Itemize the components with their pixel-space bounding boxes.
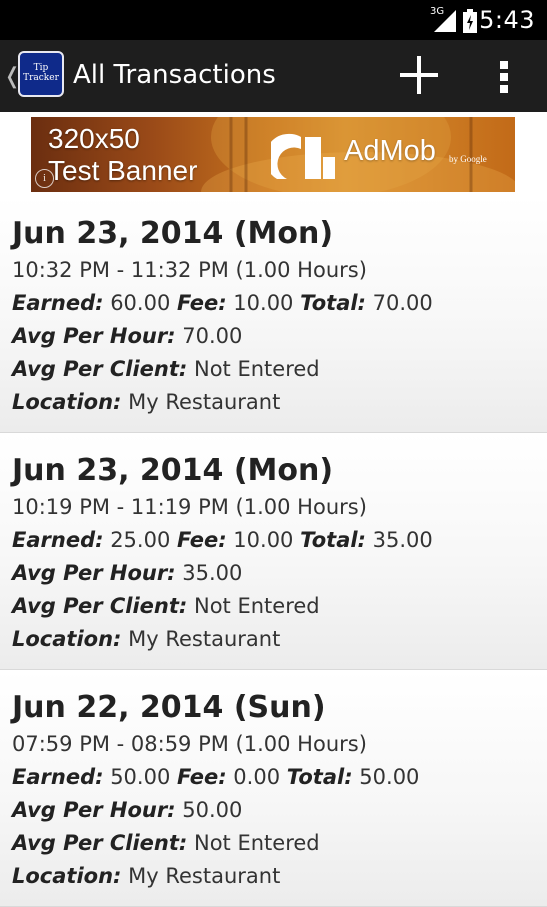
overflow-menu-icon [500, 61, 508, 93]
action-bar: ❬ Tip Tracker All Transactions [0, 40, 547, 112]
earned-label: Earned: [12, 528, 104, 552]
avg-per-client-label: Avg Per Client: [12, 357, 188, 381]
location-value: My Restaurant [128, 627, 281, 651]
status-bar: 3G 5:43 [0, 0, 547, 40]
fee-label: Fee: [177, 291, 227, 315]
avg-per-hour-label: Avg Per Hour: [12, 324, 176, 348]
plus-icon [400, 56, 438, 94]
location-label: Location: [12, 864, 122, 888]
fee-value: 0.00 [233, 765, 281, 789]
location-label: Location: [12, 390, 122, 414]
ad-text-line1: 320x50 [48, 123, 140, 154]
total-value: 70.00 [372, 291, 433, 315]
location-value: My Restaurant [128, 390, 281, 414]
transaction-date: Jun 23, 2014 (Mon) [12, 453, 334, 488]
app-icon[interactable]: Tip Tracker [18, 51, 64, 97]
total-label: Total: [300, 291, 366, 315]
avg-per-client-value: Not Entered [194, 831, 320, 855]
location-row: Location: My Restaurant [12, 860, 547, 893]
avg-per-client-value: Not Entered [194, 357, 320, 381]
avg-per-client-row: Avg Per Client: Not Entered [12, 827, 547, 860]
status-time: 5:43 [479, 6, 535, 34]
earned-label: Earned: [12, 765, 104, 789]
signal-icon: 3G [430, 4, 458, 38]
location-value: My Restaurant [128, 864, 281, 888]
fee-value: 10.00 [233, 528, 294, 552]
total-label: Total: [300, 528, 366, 552]
transaction-item[interactable]: Jun 23, 2014 (Mon) 10:19 PM - 11:19 PM (… [0, 433, 547, 670]
avg-per-hour-value: 35.00 [182, 561, 243, 585]
ad-info-icon[interactable]: i [35, 169, 54, 188]
ad-text: 320x50 Test Banner [48, 123, 197, 187]
ad-banner[interactable]: 320x50 Test Banner AdMob by Google i [31, 117, 515, 192]
transaction-list: Jun 23, 2014 (Mon) 10:32 PM - 11:32 PM (… [0, 196, 547, 907]
ad-by-google: by Google [449, 154, 487, 164]
transaction-date: Jun 22, 2014 (Sun) [12, 690, 326, 725]
total-label: Total: [286, 765, 353, 789]
add-transaction-button[interactable] [398, 54, 440, 96]
ad-text-line2: Test Banner [48, 155, 198, 186]
avg-per-client-value: Not Entered [194, 594, 320, 618]
transaction-time-range: 10:19 PM - 11:19 PM (1.00 Hours) [12, 495, 367, 519]
battery-icon [462, 9, 478, 37]
avg-per-hour-value: 70.00 [182, 324, 243, 348]
transaction-time-range: 07:59 PM - 08:59 PM (1.00 Hours) [12, 732, 367, 756]
fee-label: Fee: [177, 765, 227, 789]
total-value: 50.00 [359, 765, 420, 789]
avg-per-client-row: Avg Per Client: Not Entered [12, 590, 547, 623]
earned-value: 50.00 [110, 765, 171, 789]
amounts-row: Earned: 50.00 Fee: 0.00 Total: 50.00 [12, 761, 547, 794]
avg-per-hour-row: Avg Per Hour: 35.00 [12, 557, 547, 590]
avg-per-hour-row: Avg Per Hour: 70.00 [12, 320, 547, 353]
fee-label: Fee: [177, 528, 227, 552]
avg-per-client-label: Avg Per Client: [12, 831, 188, 855]
app-icon-line1: Tip [33, 63, 49, 73]
earned-label: Earned: [12, 291, 104, 315]
amounts-row: Earned: 25.00 Fee: 10.00 Total: 35.00 [12, 524, 547, 557]
location-label: Location: [12, 627, 122, 651]
transaction-date: Jun 23, 2014 (Mon) [12, 216, 334, 251]
transaction-time-range: 10:32 PM - 11:32 PM (1.00 Hours) [12, 258, 367, 282]
overflow-menu-button[interactable] [490, 54, 518, 96]
location-row: Location: My Restaurant [12, 386, 547, 419]
fee-value: 10.00 [233, 291, 294, 315]
avg-per-client-row: Avg Per Client: Not Entered [12, 353, 547, 386]
earned-value: 60.00 [110, 291, 171, 315]
total-value: 35.00 [372, 528, 433, 552]
transaction-item[interactable]: Jun 23, 2014 (Mon) 10:32 PM - 11:32 PM (… [0, 196, 547, 433]
ad-brand: AdMob [344, 135, 436, 167]
amounts-row: Earned: 60.00 Fee: 10.00 Total: 70.00 [12, 287, 547, 320]
transaction-item[interactable]: Jun 22, 2014 (Sun) 07:59 PM - 08:59 PM (… [0, 670, 547, 907]
avg-per-hour-label: Avg Per Hour: [12, 561, 176, 585]
svg-text:3G: 3G [430, 6, 444, 17]
app-icon-line2: Tracker [23, 73, 59, 83]
avg-per-client-label: Avg Per Client: [12, 594, 188, 618]
admob-logo-icon [271, 133, 335, 179]
avg-per-hour-value: 50.00 [182, 798, 243, 822]
earned-value: 25.00 [110, 528, 171, 552]
location-row: Location: My Restaurant [12, 623, 547, 656]
avg-per-hour-row: Avg Per Hour: 50.00 [12, 794, 547, 827]
page-title: All Transactions [73, 60, 276, 90]
avg-per-hour-label: Avg Per Hour: [12, 798, 176, 822]
